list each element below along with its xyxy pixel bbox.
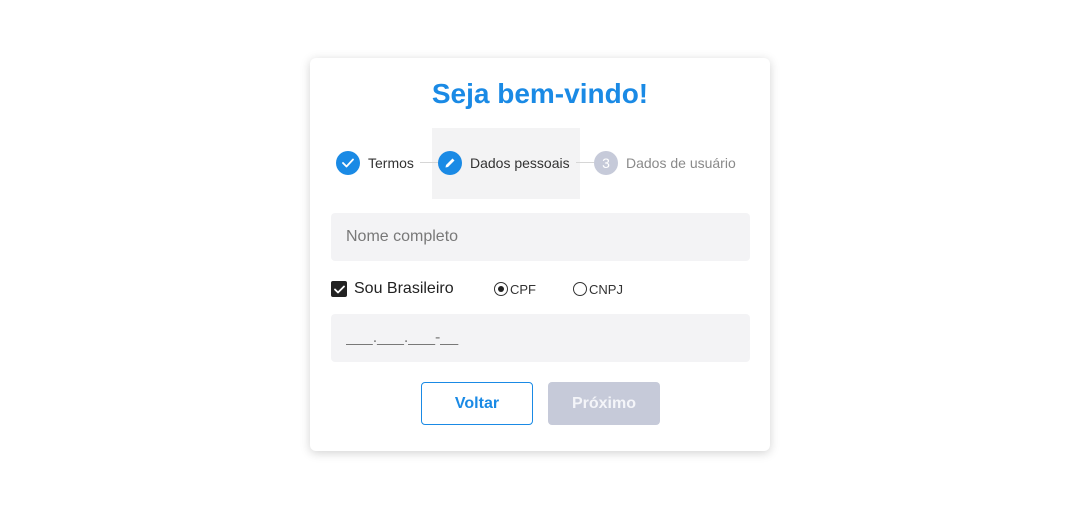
stepper: Termos Dados pessoais 3 Dados de usuário [310,128,770,199]
step-connector [576,162,596,163]
brasileiro-label: Sou Brasileiro [354,280,454,297]
step-dados-usuario[interactable]: 3 Dados de usuário [594,151,736,175]
step-label: Termos [368,155,414,171]
nationality-options: Sou Brasileiro CPF CNPJ [331,279,750,299]
step-label: Dados de usuário [626,155,736,171]
cpf-radio[interactable] [494,282,508,296]
pencil-icon [438,151,462,175]
cpf-input[interactable] [331,314,750,362]
page-title: Seja bem-vindo! [431,78,649,109]
cnpj-label: CNPJ [589,282,623,297]
brasileiro-checkbox[interactable] [331,281,347,297]
step-connector [420,162,440,163]
cnpj-radio[interactable] [573,282,587,296]
step-termos[interactable]: Termos [336,151,414,175]
step-label: Dados pessoais [470,155,570,171]
step-number: 3 [594,151,618,175]
full-name-input[interactable] [331,213,750,261]
welcome-card: Seja bem-vindo! Termos Dados pessoais 3 … [310,58,770,451]
check-icon [336,151,360,175]
back-button[interactable]: Voltar [421,382,533,425]
next-button[interactable]: Próximo [548,382,660,425]
cpf-label: CPF [510,282,536,297]
step-dados-pessoais[interactable]: Dados pessoais [438,151,570,175]
radio-selected-dot [497,285,504,292]
